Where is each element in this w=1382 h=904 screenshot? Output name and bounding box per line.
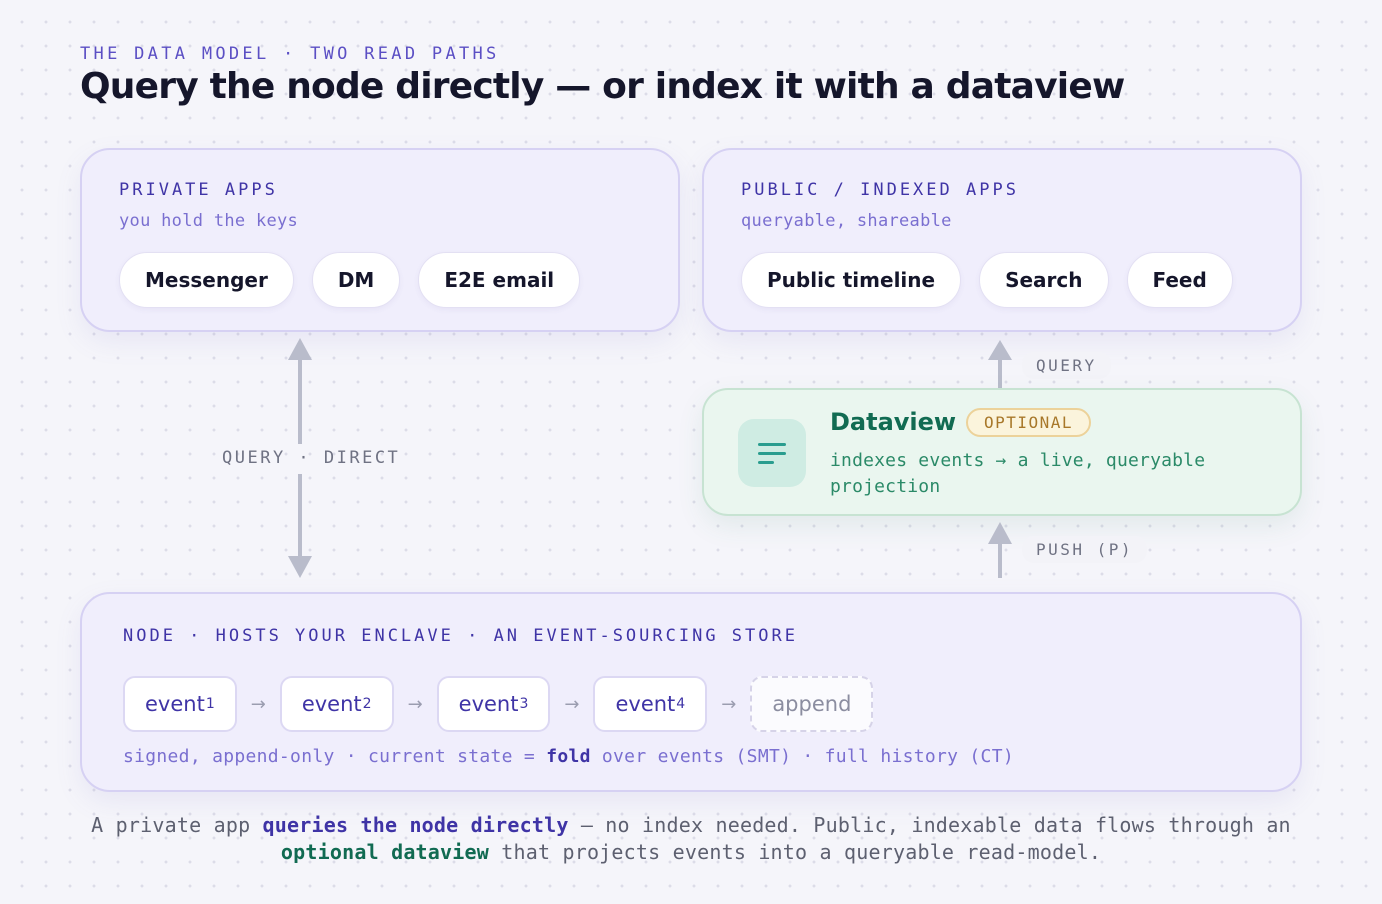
event-chip[interactable]: event 1 xyxy=(123,676,237,732)
query-arrow-icon xyxy=(988,340,1012,390)
event-chip[interactable]: event 2 xyxy=(279,676,394,732)
caption-text: A private app xyxy=(91,813,263,837)
lines-icon xyxy=(738,419,806,487)
query-direct-label: QUERY · DIRECT xyxy=(222,448,401,468)
event-name: event xyxy=(145,692,205,716)
optional-badge: OPTIONAL xyxy=(966,408,1092,437)
query-label: QUERY xyxy=(1022,352,1111,379)
event-index: 4 xyxy=(676,696,686,712)
node-label: NODE · HOSTS YOUR ENCLAVE · AN EVENT-SOU… xyxy=(123,626,798,646)
event-name: event xyxy=(615,692,676,716)
events-row: event 1 → event 2 → event 3 → event 4 → appe… xyxy=(123,676,874,732)
footnote-text: over events (SMT) · full history (CT) xyxy=(590,746,1014,767)
arrow-right-icon: → xyxy=(250,693,266,715)
push-label: PUSH (P) xyxy=(1022,536,1148,563)
caption-highlight: optional dataview xyxy=(280,840,490,864)
event-name: event xyxy=(458,692,519,716)
footnote-fold: fold xyxy=(546,746,591,767)
arrow-right-icon: → xyxy=(721,693,737,715)
public-apps-panel: PUBLIC / INDEXED APPS queryable, shareab… xyxy=(702,148,1302,332)
event-chip[interactable]: event 4 xyxy=(593,676,708,732)
chip-dm[interactable]: DM xyxy=(311,252,401,308)
dataview-description: indexes events → a live, queryable proje… xyxy=(830,450,1206,497)
node-footnote: signed, append-only · current state = fo… xyxy=(123,746,1014,767)
append-chip[interactable]: append xyxy=(750,676,874,732)
panel-subtitle: you hold the keys xyxy=(119,211,299,231)
chip-search[interactable]: Search xyxy=(979,252,1109,308)
eyebrow: THE DATA MODEL · TWO READ PATHS xyxy=(80,44,500,64)
panel-label: PRIVATE APPS xyxy=(119,180,278,200)
node-panel: NODE · HOSTS YOUR ENCLAVE · AN EVENT-SOU… xyxy=(80,592,1302,792)
chip-feed[interactable]: Feed xyxy=(1126,252,1233,308)
event-name: event xyxy=(301,692,362,716)
chip-e2e-email[interactable]: E2E email xyxy=(418,252,581,308)
chip-row: Messenger DM E2E email xyxy=(119,252,581,308)
panel-subtitle: queryable, shareable xyxy=(741,211,952,231)
caption-text: — no index needed. Public, indexable dat… xyxy=(568,813,1291,837)
dataview-title: Dataview xyxy=(830,408,957,436)
page-title: Query the node directly — or index it wi… xyxy=(80,66,1125,107)
caption-text: that projects events into a queryable re… xyxy=(489,840,1102,864)
dataview-card[interactable]: Dataview OPTIONAL indexes events → a liv… xyxy=(702,388,1302,516)
arrow-right-icon: → xyxy=(564,693,580,715)
event-index: 3 xyxy=(519,696,529,712)
caption: A private app queries the node directly … xyxy=(80,812,1302,866)
chip-row: Public timeline Search Feed xyxy=(741,252,1233,308)
chip-public-timeline[interactable]: Public timeline xyxy=(741,252,962,308)
event-chip[interactable]: event 3 xyxy=(436,676,551,732)
chip-messenger[interactable]: Messenger xyxy=(119,252,294,308)
event-index: 2 xyxy=(362,696,372,712)
caption-highlight: queries the node directly xyxy=(262,813,569,837)
footnote-text: signed, append-only · current state = xyxy=(123,746,547,767)
panel-label: PUBLIC / INDEXED APPS xyxy=(741,180,1019,200)
arrow-right-icon: → xyxy=(407,693,423,715)
private-apps-panel: PRIVATE APPS you hold the keys Messenger… xyxy=(80,148,680,332)
push-arrow-icon xyxy=(988,522,1012,578)
event-index: 1 xyxy=(205,696,215,712)
